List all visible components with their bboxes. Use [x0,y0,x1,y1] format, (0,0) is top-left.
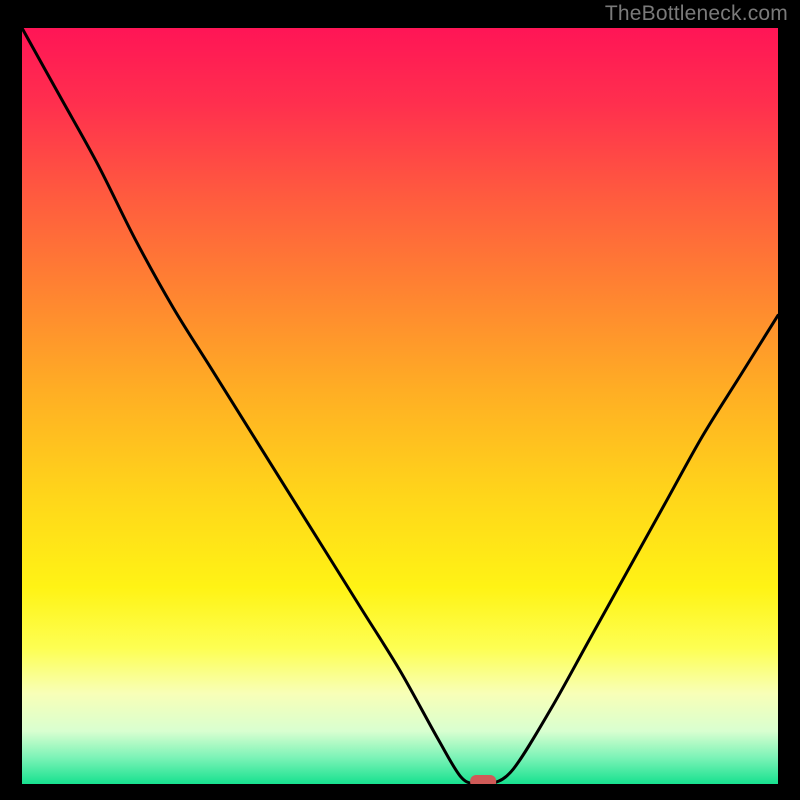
watermark-text: TheBottleneck.com [605,2,788,26]
bottleneck-chart [22,28,778,784]
chart-frame: TheBottleneck.com [0,0,800,800]
optimum-marker [470,775,496,784]
plot-area [22,28,778,784]
